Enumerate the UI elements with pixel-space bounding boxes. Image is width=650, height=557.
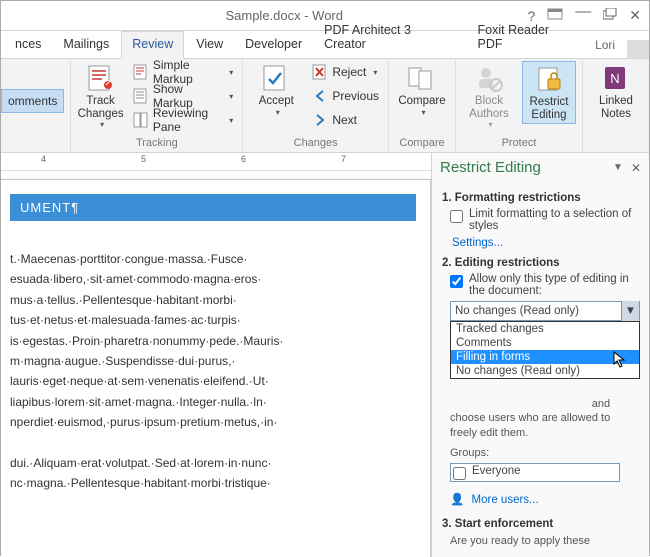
option-tracked-changes[interactable]: Tracked changes xyxy=(451,322,639,336)
horizontal-ruler[interactable]: 4 5 6 7 xyxy=(1,153,431,171)
pane-title: Restrict Editing xyxy=(440,159,613,176)
tab-mailings[interactable]: Mailings xyxy=(53,32,119,58)
block-authors-button[interactable]: Block Authors xyxy=(462,61,516,131)
document-area[interactable]: 4 5 6 7 UMENT¶ t.·Maecenas·porttitor·con… xyxy=(1,153,431,557)
section-formatting: 1. Formatting restrictions xyxy=(442,192,639,204)
editing-type-dropdown[interactable]: No changes (Read only) ▼ Tracked changes… xyxy=(450,301,639,321)
restore-icon[interactable] xyxy=(603,8,617,23)
tab-pdfarchitect[interactable]: PDF Architect 3 Creator xyxy=(314,18,465,58)
minimize-icon[interactable]: — xyxy=(575,3,591,21)
ribbon-tabs: nces Mailings Review View Developer PDF … xyxy=(1,31,649,59)
linked-notes-button[interactable]: N Linked Notes xyxy=(589,61,643,122)
show-comments-toggle[interactable]: omments xyxy=(1,89,64,113)
account-name[interactable]: Lori xyxy=(591,38,619,58)
allow-editing-checkbox[interactable]: Allow only this type of editing in the d… xyxy=(450,273,639,297)
show-markup-dropdown[interactable]: Show Markup xyxy=(130,85,236,107)
next-change-button[interactable]: Next xyxy=(309,109,382,131)
mouse-cursor-icon xyxy=(613,351,627,369)
tab-foxit[interactable]: Foxit Reader PDF xyxy=(468,18,588,58)
option-read-only[interactable]: No changes (Read only) xyxy=(451,364,639,378)
group-label-compare: Compare xyxy=(395,135,449,152)
reviewing-pane-dropdown[interactable]: Reviewing Pane xyxy=(130,109,236,131)
reject-button[interactable]: Reject xyxy=(309,61,382,83)
formatting-settings-link[interactable]: Settings... xyxy=(452,237,503,249)
document-page[interactable]: UMENT¶ t.·Maecenas·porttitor·congue·mass… xyxy=(1,179,431,557)
groups-list[interactable]: Everyone xyxy=(450,463,620,482)
section-editing: 2. Editing restrictions xyxy=(442,257,639,269)
groups-label: Groups: xyxy=(450,446,639,460)
group-onenote: N Linked Notes xyxy=(583,59,649,152)
account-avatar[interactable] xyxy=(627,40,649,58)
tab-review[interactable]: Review xyxy=(121,31,184,59)
tab-developer[interactable]: Developer xyxy=(235,32,312,58)
group-label-changes: Changes xyxy=(249,135,382,152)
restrict-editing-button[interactable]: Restrict Editing xyxy=(522,61,576,124)
section-enforcement: 3. Start enforcement xyxy=(442,518,639,530)
option-comments[interactable]: Comments xyxy=(451,336,639,350)
option-filling-forms[interactable]: Filling in forms xyxy=(451,350,639,364)
pane-options-icon[interactable]: ▼ xyxy=(613,162,623,173)
tab-references[interactable]: nces xyxy=(5,32,51,58)
limit-formatting-checkbox[interactable]: Limit formatting to a selection of style… xyxy=(450,208,639,232)
group-compare: Compare Compare xyxy=(389,59,456,152)
previous-change-button[interactable]: Previous xyxy=(309,85,382,107)
document-body: t.·Maecenas·porttitor·congue·massa.·Fusc… xyxy=(10,249,416,494)
ribbon: omments Track Changes Simple Markup Show… xyxy=(1,59,649,153)
tab-view[interactable]: View xyxy=(186,32,233,58)
markup-display-dropdown[interactable]: Simple Markup xyxy=(130,61,236,83)
more-users-link[interactable]: More users... xyxy=(472,494,539,506)
track-changes-button[interactable]: Track Changes xyxy=(77,61,123,131)
group-tracking: Track Changes Simple Markup Show Markup … xyxy=(71,59,243,152)
group-changes: Accept Reject Previous Next Changes xyxy=(243,59,389,152)
group-label-tracking: Tracking xyxy=(77,135,236,152)
compare-button[interactable]: Compare xyxy=(395,61,449,119)
person-icon: 👤 xyxy=(450,494,464,506)
group-protect: Block Authors Restrict Editing Protect xyxy=(456,59,583,152)
group-label-protect: Protect xyxy=(462,135,576,152)
accept-button[interactable]: Accept xyxy=(249,61,303,119)
editing-type-options: Tracked changes Comments Filling in form… xyxy=(450,321,640,379)
pane-close-icon[interactable]: ✕ xyxy=(631,161,641,175)
svg-text:N: N xyxy=(610,71,619,86)
document-heading: UMENT¶ xyxy=(10,194,416,221)
close-icon[interactable]: ✕ xyxy=(629,7,641,24)
chevron-down-icon[interactable]: ▼ xyxy=(621,301,639,321)
restrict-editing-pane: Restrict Editing ▼ ✕ 1. Formatting restr… xyxy=(431,153,649,557)
